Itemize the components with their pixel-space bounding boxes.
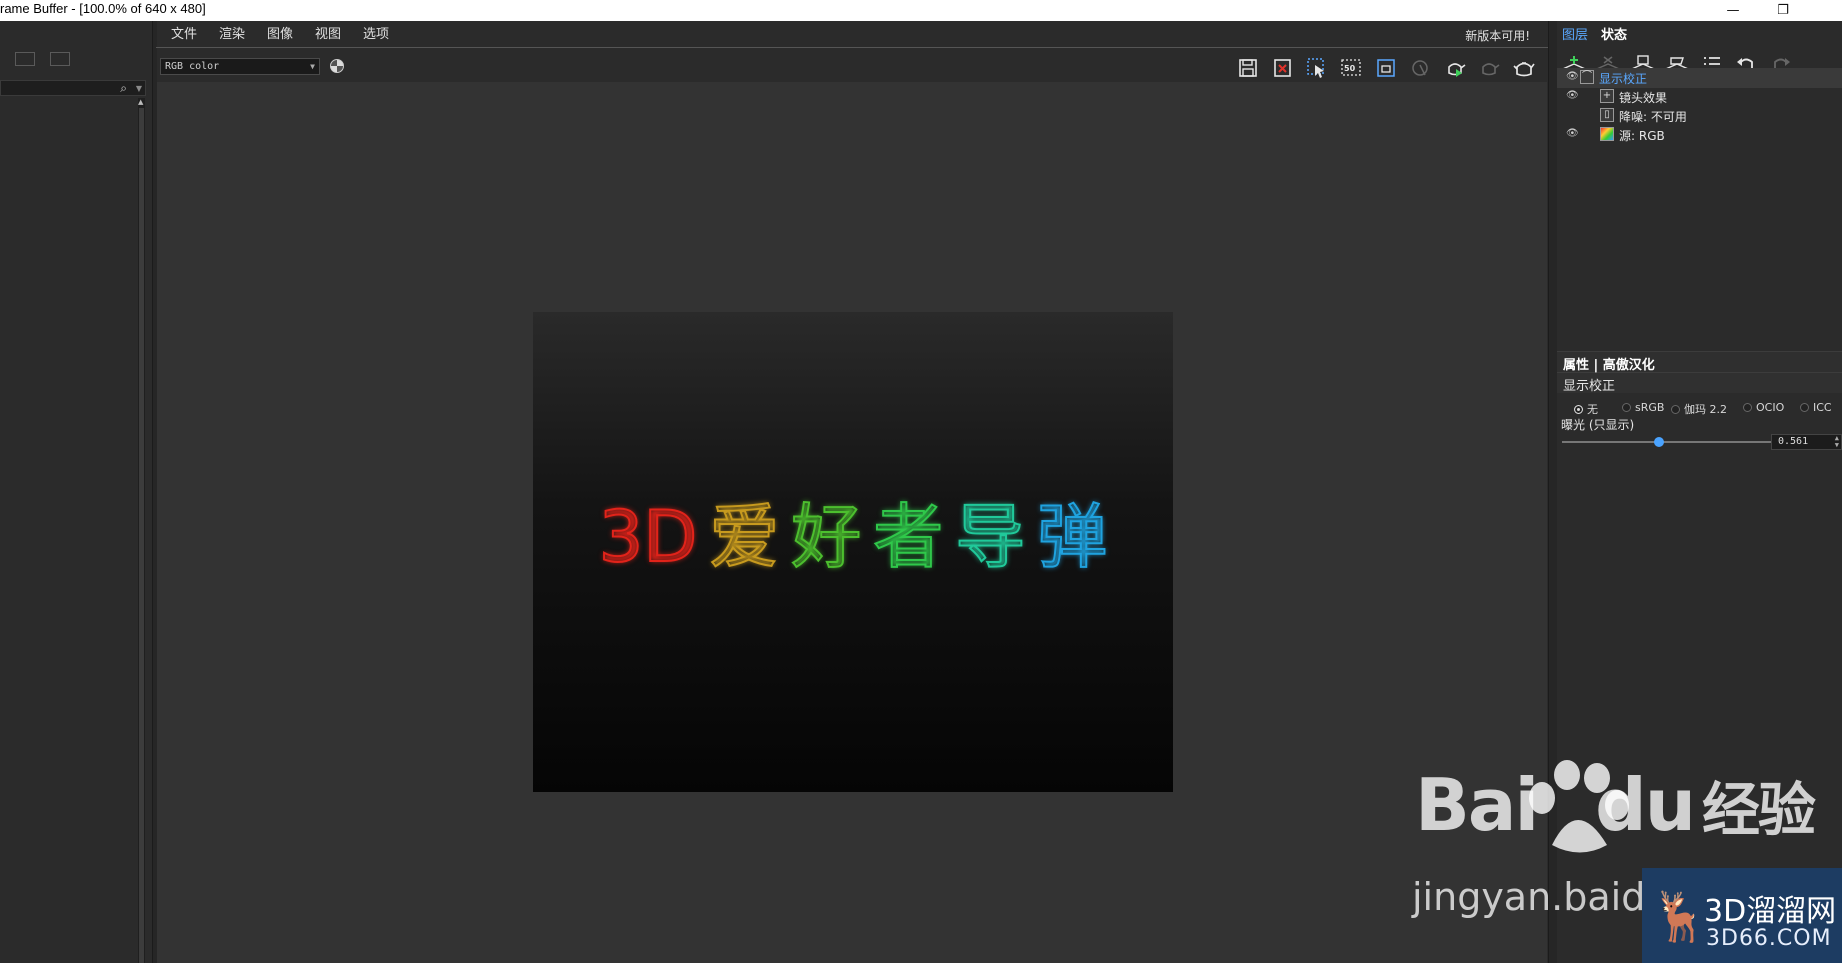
menu-image[interactable]: 图像 [267, 23, 293, 42]
3d66-name: 3D溜溜网 [1704, 894, 1837, 929]
title-bar: rame Buffer - [100.0% of 640 x 480] — ❐ [0, 0, 1842, 21]
neon-glyph-zhe: 者 [872, 496, 944, 578]
chevron-down-icon: ▼ [310, 62, 315, 71]
frame-icon[interactable] [50, 52, 70, 66]
baidu-watermark: Bai du 经验 [1415, 763, 1816, 847]
radio-gamma[interactable]: 伽玛 2.2 [1671, 401, 1727, 417]
menu-bar: 文件 渲染 图像 视图 选项 新版本可用! [156, 21, 1548, 48]
radio-dot [1574, 405, 1583, 414]
scroll-up-icon[interactable]: ▲ [138, 98, 143, 106]
exposure-input[interactable]: 0.561 ▲ ▼ [1771, 434, 1842, 450]
deer-icon: 🦌 [1650, 889, 1710, 945]
radio-label: OCIO [1756, 401, 1785, 414]
radio-dot [1622, 403, 1631, 412]
neon-glyph-dao: 导 [954, 496, 1026, 578]
radio-label: 无 [1587, 403, 1598, 416]
clear-icon[interactable] [1269, 55, 1297, 81]
chevron-down-icon[interactable]: ▼ [136, 84, 142, 93]
zoom-50-icon[interactable]: 50 [1337, 55, 1365, 81]
layer-denoise[interactable]: ▯ 降噪: 不可用 [1557, 106, 1842, 126]
exposure-slider-knob[interactable] [1653, 437, 1664, 447]
stop-teapot-icon[interactable] [1475, 55, 1503, 81]
radio-none[interactable]: 无 [1574, 401, 1598, 417]
radio-label: sRGB [1635, 401, 1665, 414]
neon-glyph-dan: 弹 [1036, 496, 1108, 578]
3d66-url: 3D66.COM [1706, 926, 1832, 951]
zoom-50-label: 50 [1344, 64, 1356, 73]
restore-icon[interactable]: ❐ [1760, 0, 1806, 21]
radio-label: 伽玛 2.2 [1684, 403, 1727, 416]
menu-file[interactable]: 文件 [171, 23, 197, 42]
eye-icon[interactable]: 👁 [1566, 71, 1579, 82]
denoise-icon: ▯ [1600, 108, 1614, 122]
layer-lens-effects[interactable]: 👁 + 镜头效果 [1557, 87, 1842, 107]
neon-glyph-3d: 3D [598, 496, 698, 578]
layer-label: 源: RGB [1619, 129, 1665, 143]
left-panel: ⌕ ▼ ▲ [0, 21, 152, 963]
exposure-slider[interactable] [1562, 437, 1772, 447]
properties-section: 显示校正 [1557, 373, 1842, 394]
history-search-input[interactable]: ⌕ ▼ [0, 80, 146, 96]
left-scrollbar[interactable]: ▲ [138, 98, 145, 963]
save-icon[interactable] [1234, 55, 1262, 81]
exposure-label: 曝光 (只显示) [1561, 418, 1635, 432]
radio-dot [1800, 403, 1809, 412]
layer-display-correction[interactable]: 👁 ⌒ 显示校正 [1557, 68, 1842, 88]
source-rgb-icon [1600, 127, 1614, 141]
baidu-url-watermark: jingyan.baidu [1412, 875, 1670, 919]
radio-ocio[interactable]: OCIO [1743, 401, 1784, 414]
radio-srgb[interactable]: sRGB [1622, 401, 1664, 414]
tab-layers[interactable]: 图层 [1562, 24, 1588, 43]
layer-label: 降噪: 不可用 [1619, 110, 1687, 124]
lens-effects-icon: + [1600, 89, 1614, 103]
scroll-thumb[interactable] [139, 108, 144, 963]
menu-view[interactable]: 视图 [315, 23, 341, 42]
exposure-value: 0.561 [1778, 436, 1809, 447]
menu-options[interactable]: 选项 [363, 23, 389, 42]
radio-dot [1671, 405, 1680, 414]
region-select-icon[interactable] [1303, 55, 1331, 81]
properties-title: 属性 | 高傲汉化 [1563, 358, 1655, 373]
eye-icon[interactable]: 👁 [1566, 128, 1579, 139]
neon-text: 3D 爱好者导弹 [533, 496, 1173, 578]
color-sphere-icon[interactable] [330, 59, 344, 73]
render-teapot-icon[interactable] [1441, 55, 1469, 81]
search-icon[interactable]: ⌕ [120, 81, 127, 96]
properties-header: 属性 | 高傲汉化 [1557, 351, 1842, 373]
menu-render[interactable]: 渲染 [219, 23, 245, 42]
radio-icc[interactable]: ICC [1800, 401, 1832, 414]
track-mouse-icon[interactable] [1406, 55, 1434, 81]
radio-dot [1743, 403, 1752, 412]
spinner-icon[interactable]: ▲ ▼ [1835, 435, 1839, 449]
radio-label: ICC [1813, 401, 1832, 414]
neon-glyph-hao: 好 [790, 496, 862, 578]
layer-source-rgb[interactable]: 👁 源: RGB [1557, 125, 1842, 145]
teapot-icon[interactable] [1510, 55, 1538, 81]
channel-select[interactable]: RGB color ▼ [160, 58, 320, 75]
minimize-icon[interactable]: — [1710, 0, 1756, 21]
region-render-icon[interactable] [1372, 55, 1400, 81]
section-title: 显示校正 [1563, 379, 1616, 394]
neon-glyph-ai: 爱 [708, 496, 780, 578]
new-version-notice[interactable]: 新版本可用! [1465, 27, 1530, 44]
layer-label: 显示校正 [1599, 72, 1648, 86]
curve-icon: ⌒ [1580, 70, 1594, 84]
3d66-watermark: 🦌 3D溜溜网 3D66.COM [1642, 868, 1842, 963]
window-title: rame Buffer - [100.0% of 640 x 480] [0, 1, 206, 16]
tab-stats[interactable]: 状态 [1601, 24, 1627, 43]
rendered-image: 3D 爱好者导弹 [533, 312, 1173, 792]
folder-icon[interactable] [15, 52, 35, 66]
channel-select-value: RGB color [165, 61, 220, 72]
eye-icon[interactable]: 👁 [1566, 90, 1579, 101]
layer-label: 镜头效果 [1619, 91, 1668, 105]
